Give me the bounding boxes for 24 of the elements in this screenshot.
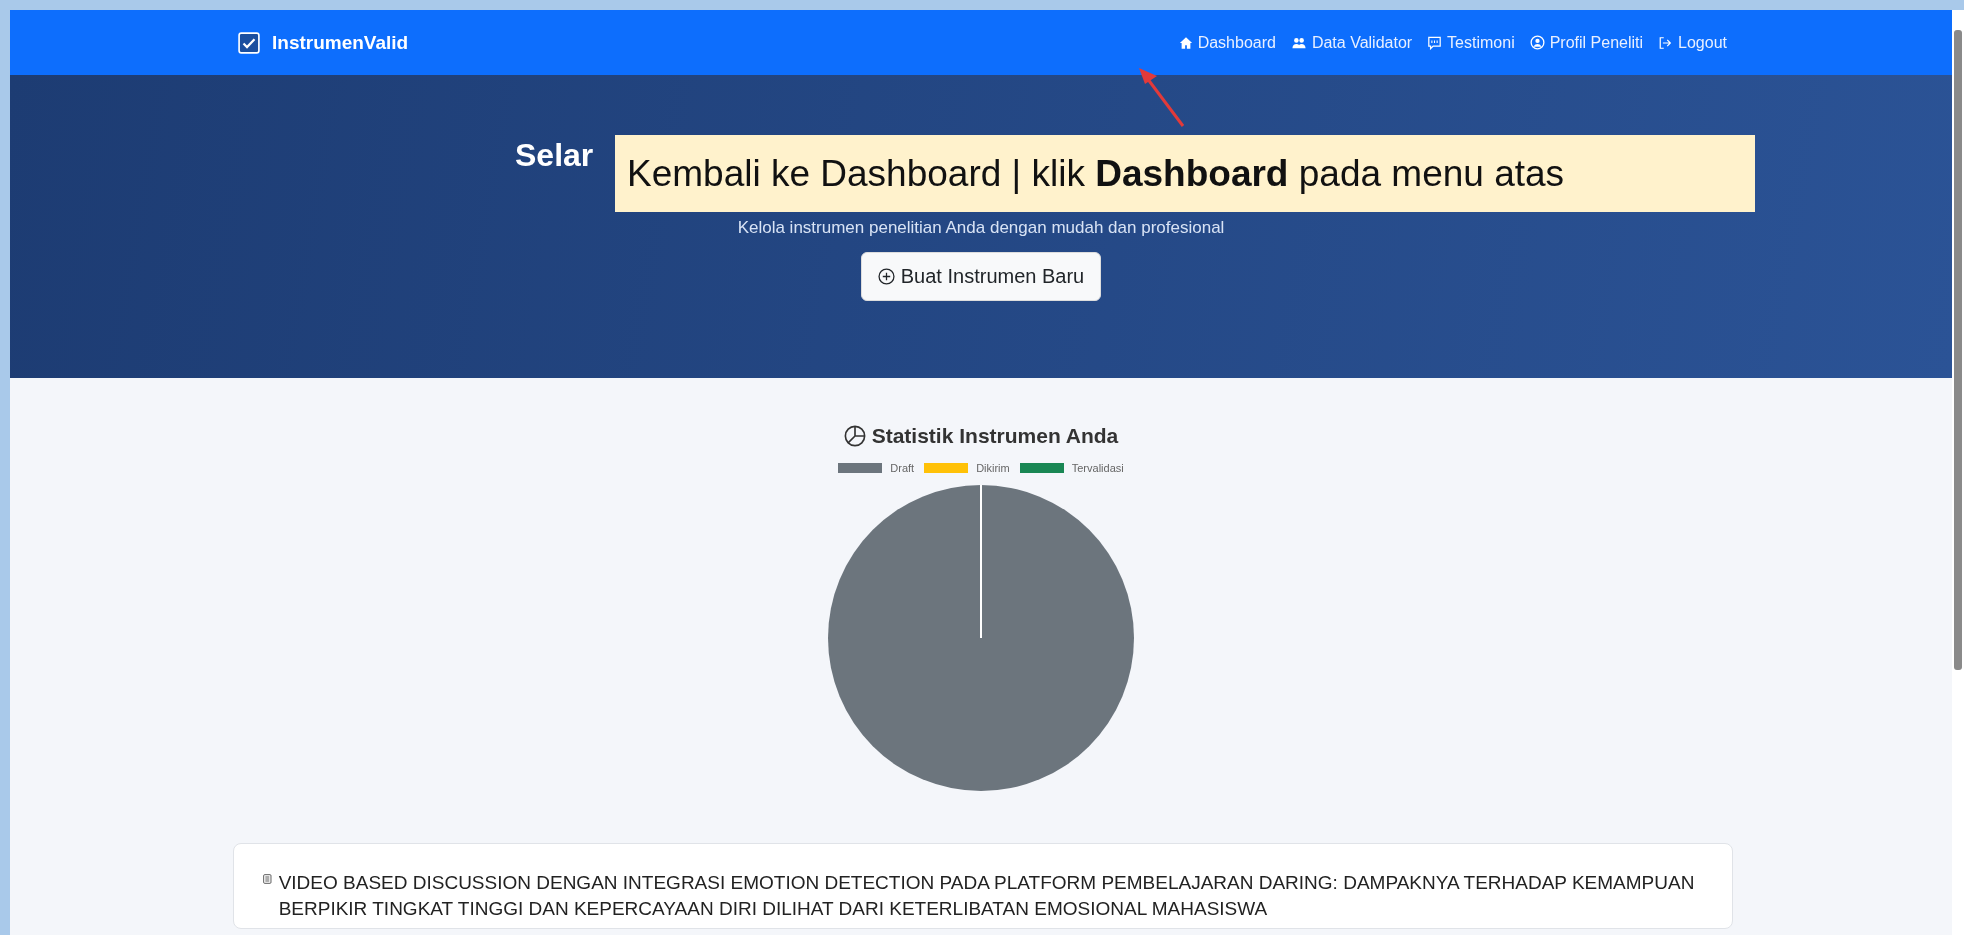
pie-chart-icon [843,425,866,447]
legend-label: Dikirim [976,462,1010,474]
hero-subtitle: Kelola instrumen penelitian Anda dengan mudah dan profesional [737,218,1225,238]
user-circle-icon [1529,35,1545,50]
brand-name[interactable]: InstrumenValid [272,31,409,54]
logout-icon [1658,35,1674,50]
pointer-arrow [1137,66,1187,128]
legend-label: Tervalidasi [1071,462,1124,474]
hero-title: Selar [515,137,594,174]
callout-note: Kembali ke Dashboard | klik Dashboard pada menu atas [615,135,1755,212]
nav-link[interactable]: Data Validator [1290,33,1413,52]
plus-circle-icon [877,268,895,285]
house-icon [1178,35,1193,50]
stats-title: Statistik Instrumen Anda [871,424,1119,448]
nav-link[interactable]: Testimoni [1427,33,1515,52]
new-instrument-button[interactable]: Buat Instrumen Baru [860,252,1102,301]
chat-icon [1427,35,1443,50]
nav-link[interactable]: Dashboard [1178,33,1276,52]
people-icon [1290,35,1307,50]
checkbox-icon [238,31,260,54]
instrument-title[interactable]: VIDEO BASED DISCUSSION DENGAN INTEGRASI EMOTION DETECTION PADA PLATFORM PEMBELAJARAN DARING: DAMPAKNYA TERHADAP KEMAMPUAN BERPIKIR TINGKAT TINGGI DAN KEPERCAYAAN DIRI DILIHAT DARI KETERLIBATAN EMOSIONAL MAHASISWA [278,870,1704,922]
nav-link[interactable]: Profil Peneliti [1529,33,1644,52]
legend-label: Draft [890,462,915,474]
nav-link[interactable]: Logout [1658,33,1727,52]
